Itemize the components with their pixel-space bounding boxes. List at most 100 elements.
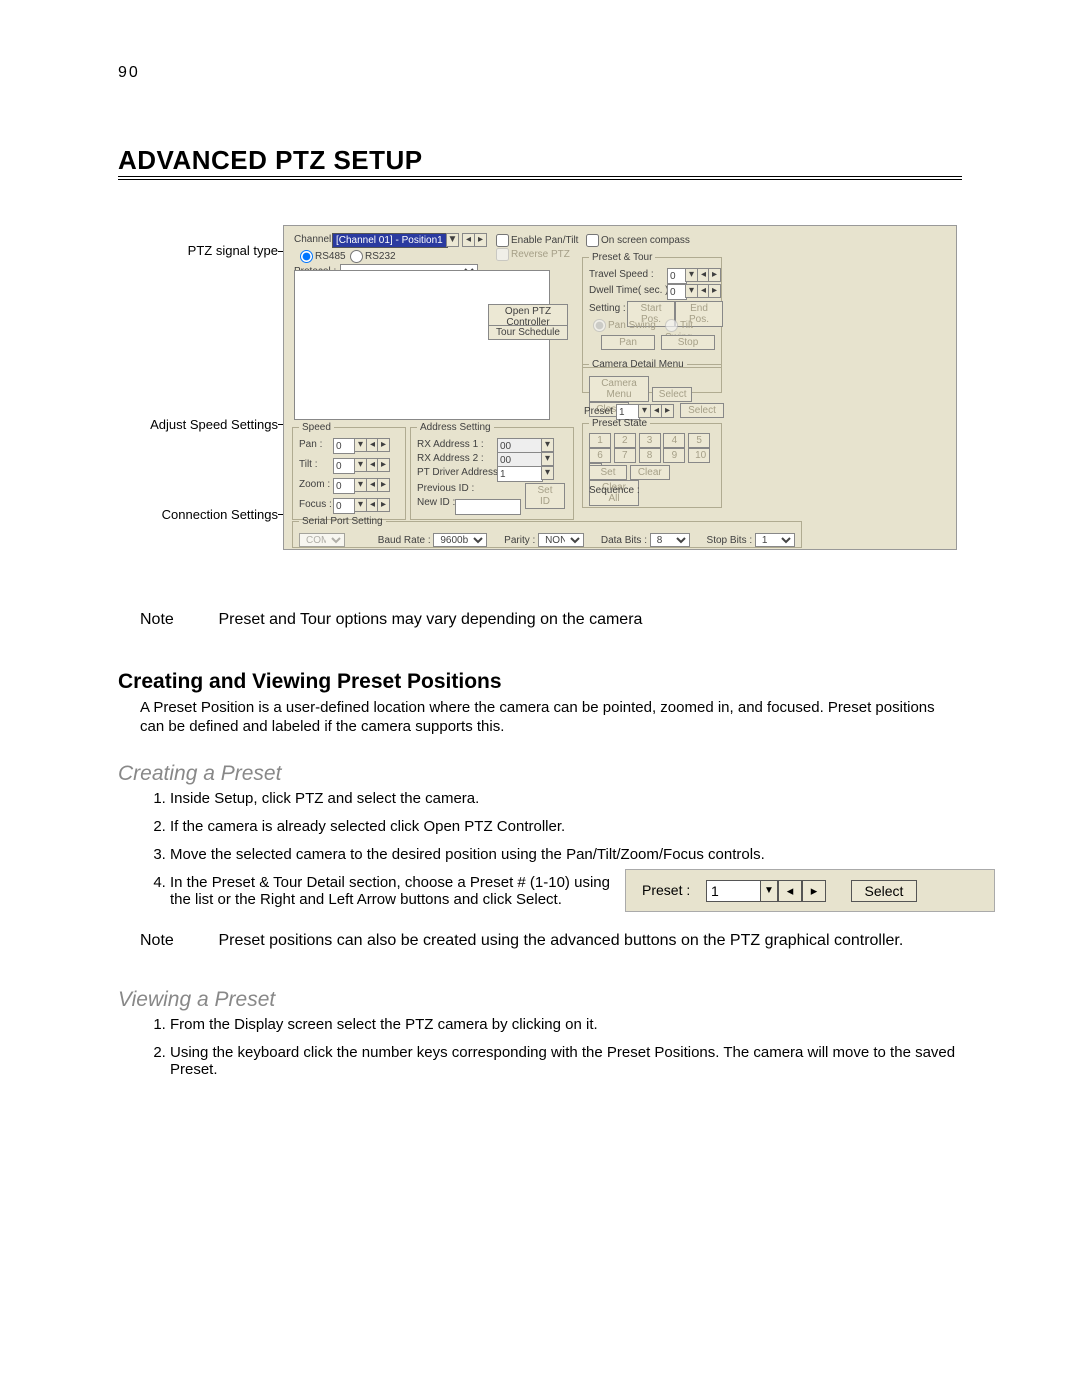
- preset-state-9[interactable]: 9: [663, 448, 685, 463]
- page-number: 90: [118, 64, 140, 82]
- channel-select[interactable]: [Channel 01] - Position1: [332, 233, 448, 248]
- preset-widget-dropdown-icon[interactable]: ▼: [760, 881, 777, 901]
- preset-state-10[interactable]: 10: [688, 448, 710, 463]
- preset-widget-screenshot: Preset : 1 ▼ ◂ ▸ Select: [625, 869, 995, 912]
- databits-select[interactable]: 8: [650, 533, 690, 547]
- preset-next-button[interactable]: ▸: [661, 404, 674, 418]
- preset-widget-select[interactable]: 1 ▼: [706, 880, 778, 902]
- view-step-2: Using the keyboard click the number keys…: [170, 1044, 970, 1078]
- camera-menu-button[interactable]: Camera Menu: [589, 376, 649, 402]
- prev-id-label: Previous ID :: [417, 483, 474, 494]
- note-1-text: Preset and Tour options may vary dependi…: [218, 611, 642, 628]
- dwell-time-input[interactable]: [667, 284, 687, 300]
- heading-rule: [118, 176, 962, 180]
- baud-label: Baud Rate :: [378, 535, 431, 546]
- preset-set-button[interactable]: Set: [589, 465, 627, 480]
- note-2-label: Note: [140, 932, 214, 950]
- camera-detail-group: Camera Detail Menu Camera Menu Select Cl…: [582, 359, 722, 393]
- step-1: Inside Setup, click PTZ and select the c…: [170, 790, 970, 807]
- stop-button[interactable]: Stop: [661, 335, 715, 350]
- enable-pantilt-checkbox[interactable]: [496, 234, 509, 247]
- heading-viewing-a-preset: Viewing a Preset: [118, 988, 275, 1012]
- zoom-next-button[interactable]: ▸: [377, 478, 390, 492]
- focus-label: Focus :: [299, 499, 332, 510]
- onscreen-compass-checkbox[interactable]: [586, 234, 599, 247]
- camera-select-button[interactable]: Select: [652, 387, 692, 402]
- preset-state-4[interactable]: 4: [663, 433, 685, 448]
- preset-state-6[interactable]: 6: [589, 448, 611, 463]
- preset-state-8[interactable]: 8: [639, 448, 661, 463]
- tour-schedule-button[interactable]: Tour Schedule: [488, 325, 568, 340]
- pt-driver-label: PT Driver Address :: [417, 467, 504, 478]
- address-legend: Address Setting: [417, 422, 494, 433]
- channel-label: Channel: [294, 234, 331, 245]
- travel-speed-input[interactable]: [667, 268, 687, 284]
- tilt-label: Tilt :: [299, 459, 318, 470]
- rs485-label: RS485: [315, 251, 346, 262]
- preset-select-button[interactable]: Select: [680, 403, 724, 418]
- step-3: Move the selected camera to the desired …: [170, 846, 970, 863]
- preset-widget-value: 1: [711, 883, 719, 899]
- callout-speed-settings: Adjust Speed Settings: [148, 417, 278, 432]
- rx1-dropdown-icon[interactable]: ▾: [541, 438, 554, 452]
- preset-state-group: Preset State 1 2 3 4 5 ▴ 6 7 8 9 10 ▾: [582, 418, 722, 508]
- pan-next-button[interactable]: ▸: [377, 438, 390, 452]
- new-id-input[interactable]: [455, 499, 521, 515]
- com-select: COM1: [299, 533, 345, 547]
- note-2-text: Preset positions can also be created usi…: [218, 932, 903, 949]
- tilt-swing-radio: [665, 319, 678, 332]
- rs232-radio[interactable]: [350, 250, 363, 263]
- rs232-label: RS232: [365, 251, 396, 262]
- focus-next-button[interactable]: ▸: [377, 498, 390, 512]
- set-id-button[interactable]: Set ID: [525, 483, 565, 509]
- tilt-input[interactable]: [333, 458, 355, 474]
- pt-driver-dropdown-icon[interactable]: ▾: [541, 466, 554, 480]
- serial-group: Serial Port Setting COM1 Baud Rate : 960…: [292, 516, 802, 548]
- pan-input[interactable]: [333, 438, 355, 454]
- zoom-input[interactable]: [333, 478, 355, 494]
- preset-widget-select-button[interactable]: Select: [851, 880, 917, 902]
- channel-dropdown-icon[interactable]: ▼: [446, 233, 459, 247]
- speed-group: Speed Pan : ▾ ◂ ▸ Tilt : ▾ ◂ ▸ Zoom : ▾ …: [292, 422, 406, 520]
- new-id-label: New ID :: [417, 497, 455, 508]
- preset-widget-next-button[interactable]: ▸: [802, 880, 826, 902]
- pan-button[interactable]: Pan: [601, 335, 655, 350]
- pt-driver-input[interactable]: [497, 466, 543, 482]
- callout-conn-settings: Connection Settings: [148, 507, 278, 522]
- preset-state-7[interactable]: 7: [614, 448, 636, 463]
- zoom-label: Zoom :: [299, 479, 330, 490]
- preset-label: Preset :: [584, 406, 618, 417]
- dwell-time-label: Dwell Time( sec. ) :: [589, 285, 674, 296]
- preset-state-3[interactable]: 3: [639, 433, 661, 448]
- address-group: Address Setting RX Address 1 : ▾ RX Addr…: [410, 422, 574, 520]
- parity-select[interactable]: NONE: [538, 533, 584, 547]
- preset-tour-legend: Preset & Tour: [589, 252, 655, 263]
- preset-clear-button[interactable]: Clear: [630, 465, 670, 480]
- parity-label: Parity :: [504, 535, 535, 546]
- reverse-ptz-label: Reverse PTZ: [511, 249, 570, 260]
- preset-widget-prev-button[interactable]: ◂: [778, 880, 802, 902]
- focus-input[interactable]: [333, 498, 355, 514]
- step-4: In the Preset & Tour Detail section, cho…: [170, 874, 610, 908]
- baud-select[interactable]: 9600bps: [433, 533, 487, 547]
- reverse-ptz-checkbox: [496, 248, 509, 261]
- preset-state-2[interactable]: 2: [614, 433, 636, 448]
- databits-label: Data Bits :: [601, 535, 647, 546]
- travel-speed-label: Travel Speed :: [589, 269, 654, 280]
- note-1-label: Note: [140, 611, 214, 629]
- channel-next-button[interactable]: ▸: [474, 233, 487, 247]
- heading-creating-a-preset: Creating a Preset: [118, 762, 281, 786]
- rs485-radio[interactable]: [300, 250, 313, 263]
- stopbits-select[interactable]: 1: [755, 533, 795, 547]
- onscreen-compass-label: On screen compass: [601, 235, 690, 246]
- preset-state-1[interactable]: 1: [589, 433, 611, 448]
- serial-legend: Serial Port Setting: [299, 516, 386, 527]
- setting-label: Setting :: [589, 303, 626, 314]
- dwell-time-next-button[interactable]: ▸: [708, 284, 721, 298]
- preset-state-5[interactable]: 5: [688, 433, 710, 448]
- rx2-label: RX Address 2 :: [417, 453, 484, 464]
- note-2: Note Preset positions can also be create…: [140, 932, 903, 950]
- tilt-next-button[interactable]: ▸: [377, 458, 390, 472]
- rx2-dropdown-icon[interactable]: ▾: [541, 452, 554, 466]
- travel-speed-next-button[interactable]: ▸: [708, 268, 721, 282]
